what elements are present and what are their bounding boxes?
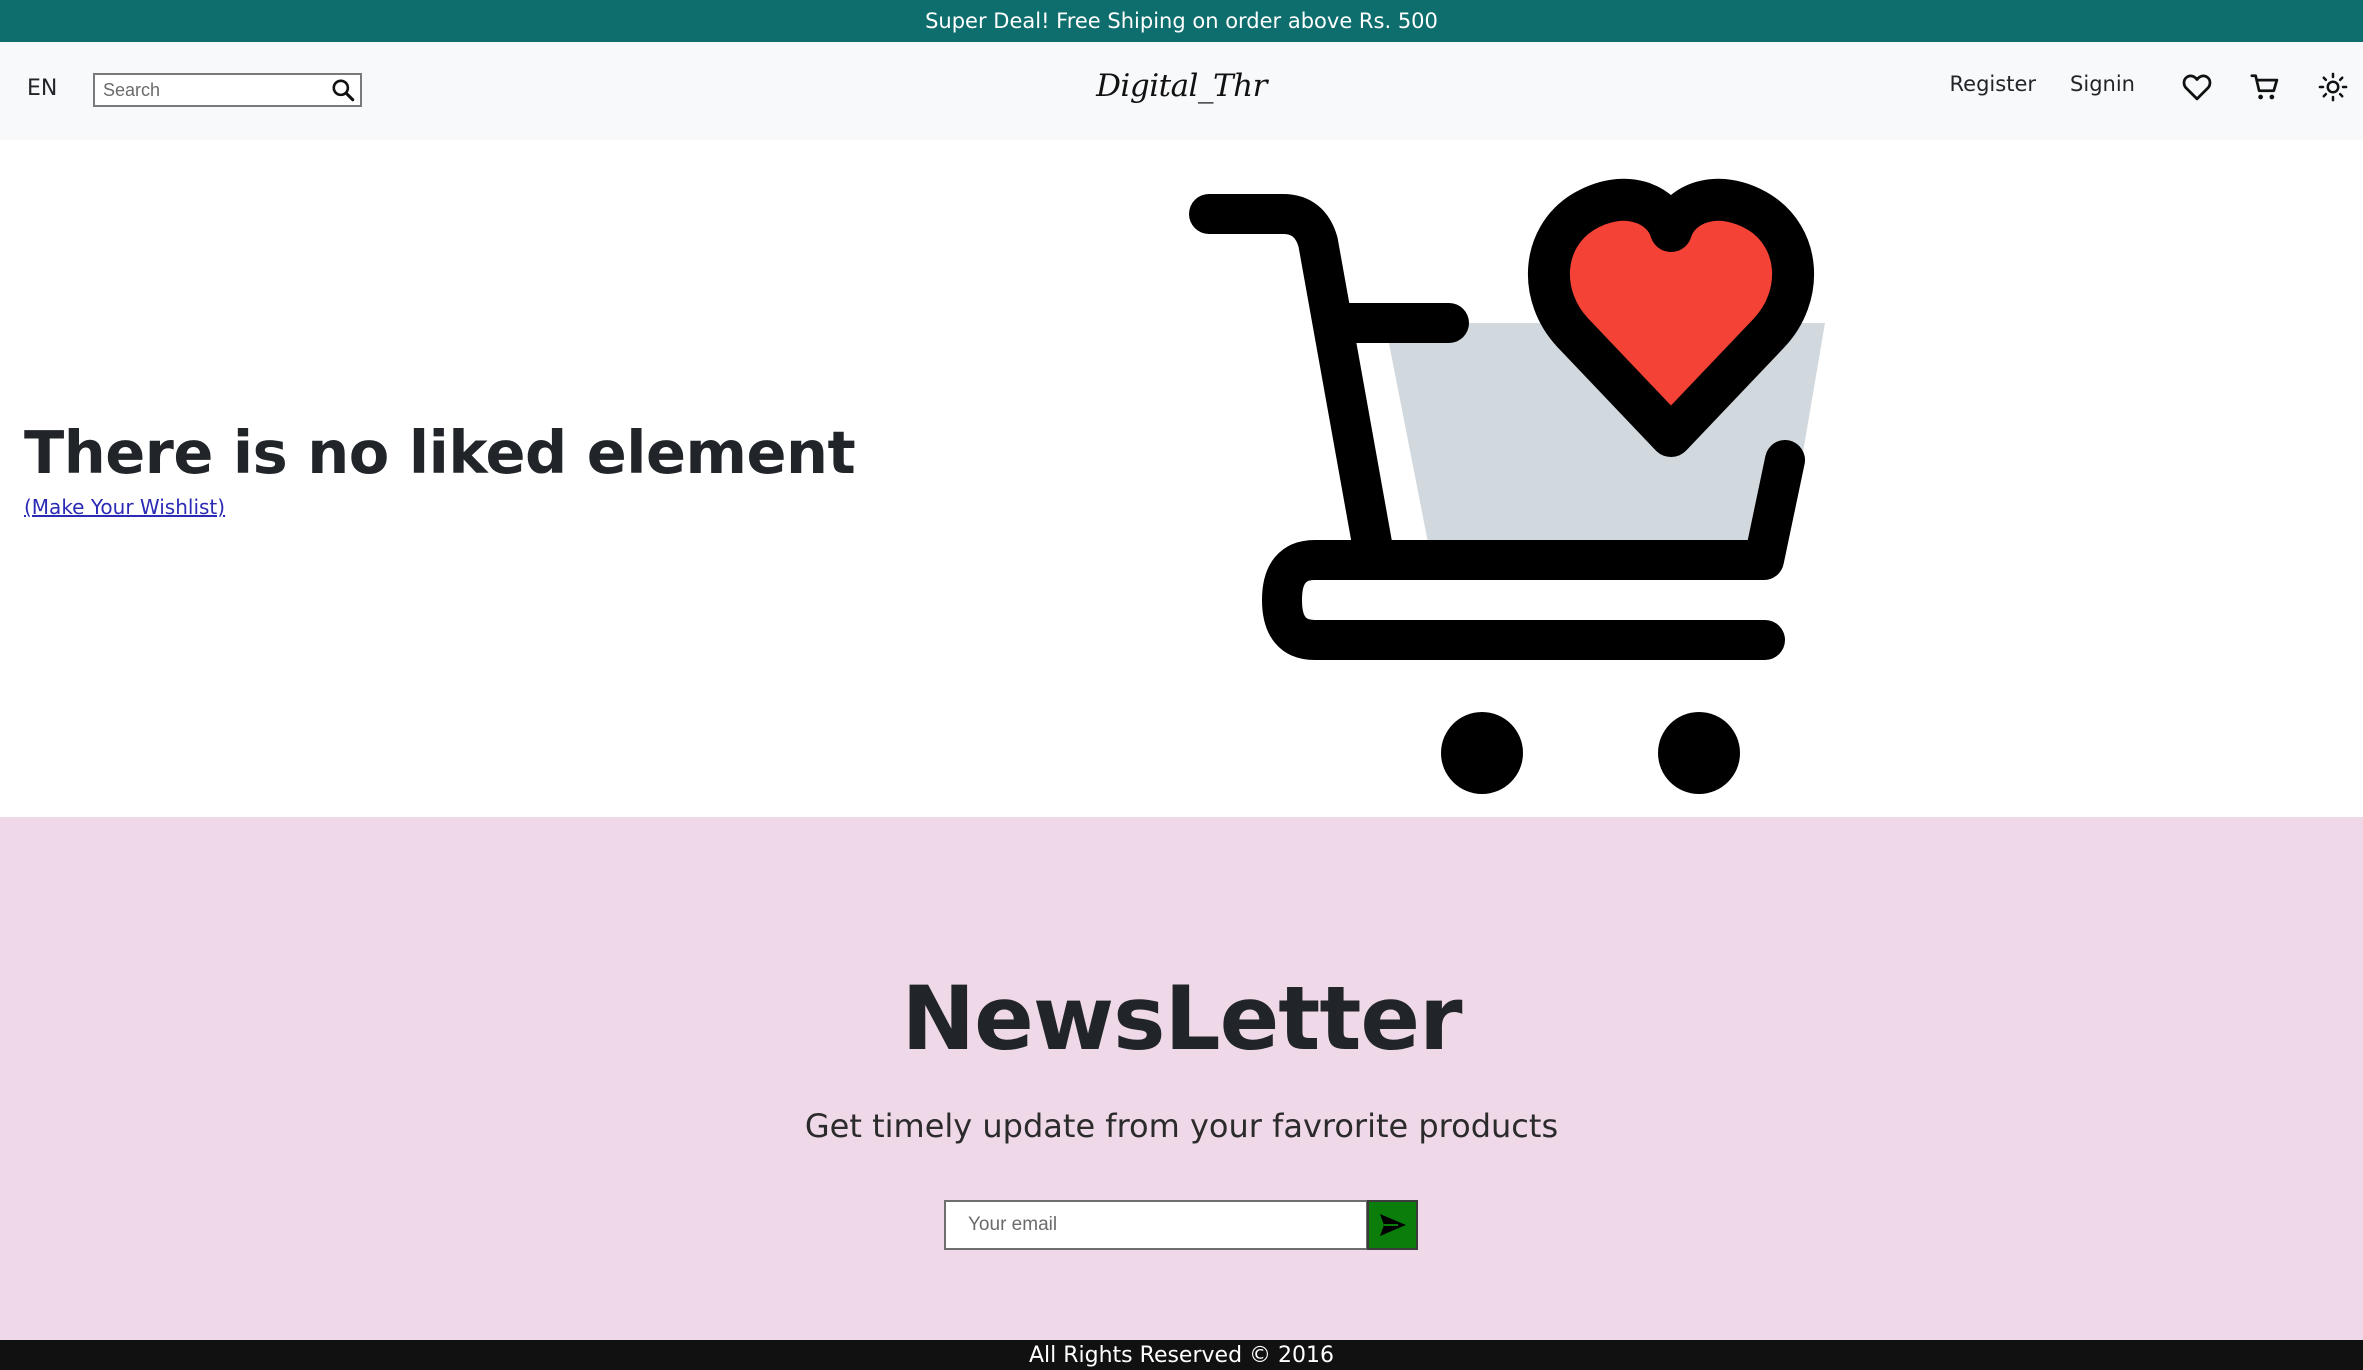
footer: All Rights Reserved © 2016 bbox=[0, 1340, 2363, 1370]
language-selector[interactable]: EN bbox=[27, 76, 57, 101]
promo-bar: Super Deal! Free Shiping on order above … bbox=[0, 0, 2363, 42]
newsletter-subtitle: Get timely update from your favrorite pr… bbox=[804, 1107, 1559, 1145]
header: EN Digital_Thr Register Signin bbox=[0, 42, 2363, 140]
email-field[interactable] bbox=[944, 1200, 1368, 1250]
cart-icon[interactable] bbox=[2248, 70, 2282, 104]
signin-link[interactable]: Signin bbox=[2070, 72, 2135, 96]
newsletter-form bbox=[944, 1200, 1418, 1250]
search-icon[interactable] bbox=[328, 76, 358, 104]
wishlist-section: There is no liked element (Make Your Wis… bbox=[0, 140, 2363, 817]
newsletter-section: NewsLetter Get timely update from your f… bbox=[0, 817, 2363, 1340]
make-wishlist-link[interactable]: (Make Your Wishlist) bbox=[24, 495, 225, 519]
search-box bbox=[93, 73, 362, 107]
footer-copyright: All Rights Reserved © 2016 bbox=[1028, 1342, 1335, 1368]
search-input[interactable] bbox=[95, 75, 325, 105]
register-link[interactable]: Register bbox=[1950, 72, 2036, 96]
sun-icon[interactable] bbox=[2316, 70, 2350, 104]
send-icon[interactable] bbox=[1367, 1200, 1418, 1250]
newsletter-title: NewsLetter bbox=[901, 967, 1463, 1070]
heart-icon[interactable] bbox=[2180, 70, 2214, 104]
cart-with-heart-illustration bbox=[1185, 140, 1865, 800]
promo-text: Super Deal! Free Shiping on order above … bbox=[925, 9, 1438, 33]
empty-wishlist-title: There is no liked element bbox=[24, 418, 856, 487]
